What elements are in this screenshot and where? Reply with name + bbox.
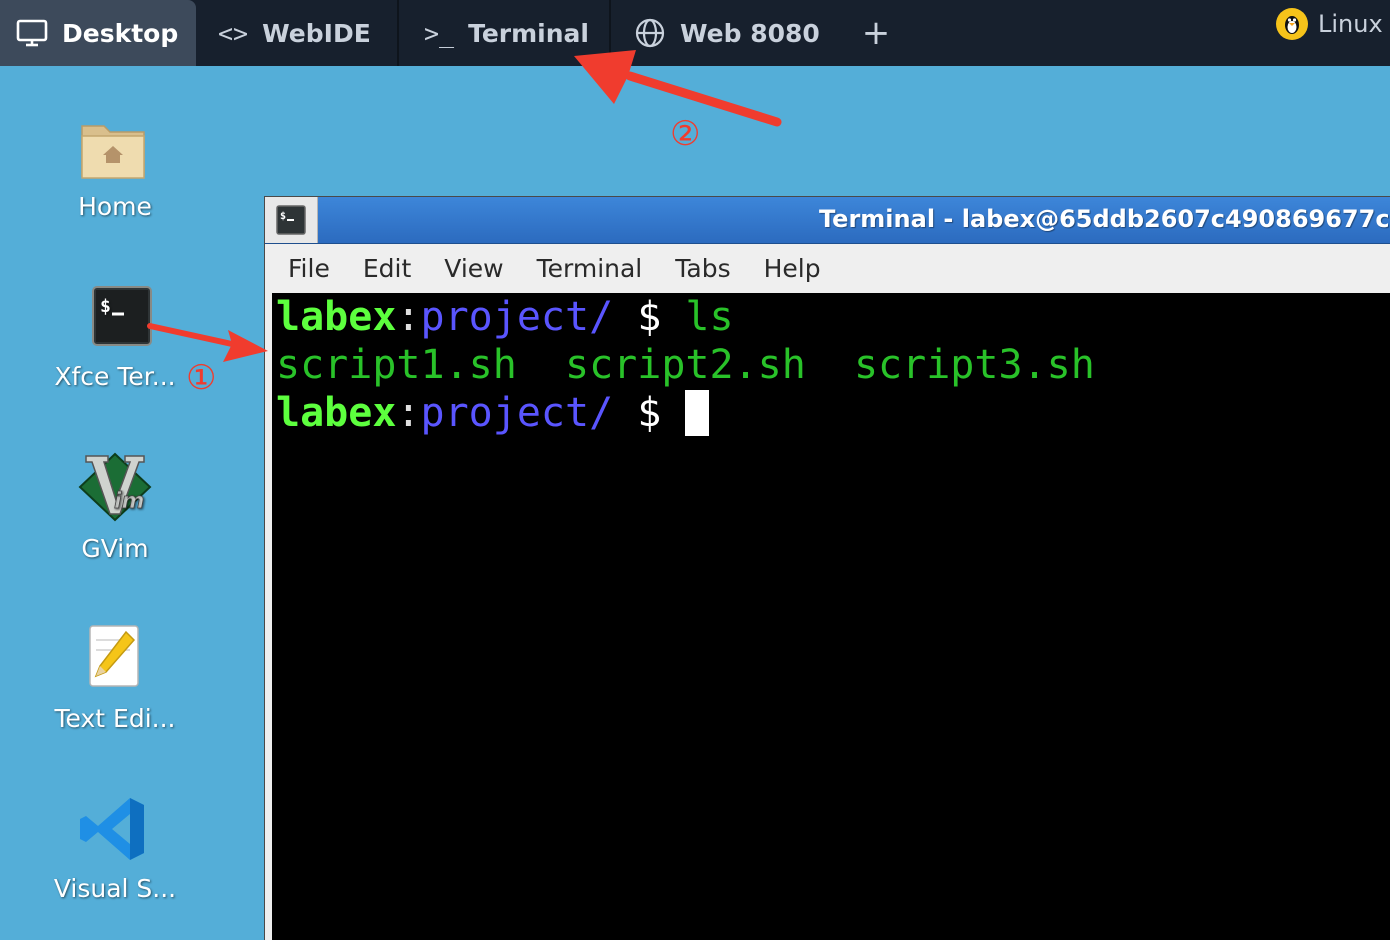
tab-label: Desktop (62, 18, 179, 48)
menu-file[interactable]: File (288, 254, 330, 283)
tab-web-8080[interactable]: Web 8080 (634, 0, 834, 66)
tab-desktop[interactable]: Desktop (0, 0, 196, 66)
tab-label: Web 8080 (680, 18, 820, 48)
text-editor-icon (78, 624, 152, 698)
terminal-app-icon: $ (85, 286, 159, 360)
prompt-path: project/ (420, 294, 614, 340)
svg-text:im: im (114, 489, 144, 514)
window-titlebar[interactable]: $ Terminal - labex@65ddb2607c490869677ca (265, 197, 1390, 244)
window-title: Terminal - labex@65ddb2607c490869677ca (819, 205, 1390, 233)
desktop-icon-home[interactable]: Home (40, 116, 190, 226)
tab-terminal[interactable]: >_ Terminal (424, 0, 608, 66)
os-label: Linux (1318, 10, 1383, 38)
tab-bar: Desktop <> WebIDE >_ Terminal Web 8080 + (0, 0, 1390, 66)
svg-text:$: $ (280, 211, 286, 222)
prompt-user: labex (276, 390, 397, 436)
desktop-icon-label: GVim (81, 534, 149, 563)
window-menu-icon[interactable]: $ (265, 197, 318, 243)
prompt-dollar: $ (613, 390, 686, 436)
add-tab-button[interactable]: + (858, 14, 894, 52)
code-icon: <> (218, 18, 249, 48)
annotation-marker-2: ② (670, 114, 701, 154)
terminal-line-command: labex:project/ $ ls (276, 293, 734, 341)
terminal-line-prompt: labex:project/ $ (276, 389, 710, 437)
desktop-icon-gvim[interactable]: im GVim (40, 452, 190, 564)
tab-label: Terminal (468, 18, 589, 48)
terminal-window: $ Terminal - labex@65ddb2607c490869677ca… (264, 196, 1390, 940)
tab-divider (397, 0, 399, 66)
annotation-marker-1: ① (186, 358, 217, 398)
prompt-user: labex (276, 294, 397, 340)
menu-tabs[interactable]: Tabs (675, 254, 730, 283)
menu-terminal[interactable]: Terminal (537, 254, 643, 283)
terminal-area[interactable]: labex:project/ $ ls script1.sh script2.s… (272, 293, 1390, 940)
menu-edit[interactable]: Edit (363, 254, 411, 283)
monitor-icon (16, 19, 48, 47)
terminal-line-output: script1.sh script2.sh script3.sh (276, 341, 1095, 389)
desktop-icon-label: Visual S... (53, 874, 177, 903)
desktop-icon-text-editor[interactable]: Text Edi... (40, 624, 190, 734)
menu-help[interactable]: Help (764, 254, 821, 283)
linux-penguin-icon (1276, 8, 1308, 40)
globe-icon (634, 17, 666, 49)
svg-text:$: $ (100, 296, 111, 317)
menu-view[interactable]: View (444, 254, 503, 283)
prompt-dollar: $ (613, 294, 686, 340)
desktop-icon-label: Xfce Ter... (54, 362, 176, 391)
command-text: ls (685, 294, 734, 340)
text-cursor (685, 390, 710, 436)
command-output: script1.sh script2.sh script3.sh (276, 342, 1095, 388)
tab-webide[interactable]: <> WebIDE (218, 0, 396, 66)
desktop-icon-xfce-terminal[interactable]: $ Xfce Ter... (40, 286, 190, 396)
os-badge: Linux (1276, 8, 1383, 40)
prompt-path: project/ (420, 390, 614, 436)
desktop-icon-label: Home (78, 192, 152, 221)
tab-divider (609, 0, 611, 66)
tab-label: WebIDE (262, 18, 371, 48)
desktop-icon-label: Text Edi... (54, 704, 176, 733)
desktop-icon-vscode[interactable]: Visual S... (40, 796, 190, 906)
vscode-icon (78, 796, 152, 870)
prompt-colon: : (396, 390, 421, 436)
prompt-colon: : (396, 294, 421, 340)
home-folder-icon (78, 116, 152, 190)
terminal-prompt-icon: >_ (424, 18, 455, 48)
gvim-icon: im (78, 452, 152, 526)
window-menubar: File Edit View Terminal Tabs Help (265, 244, 1390, 292)
